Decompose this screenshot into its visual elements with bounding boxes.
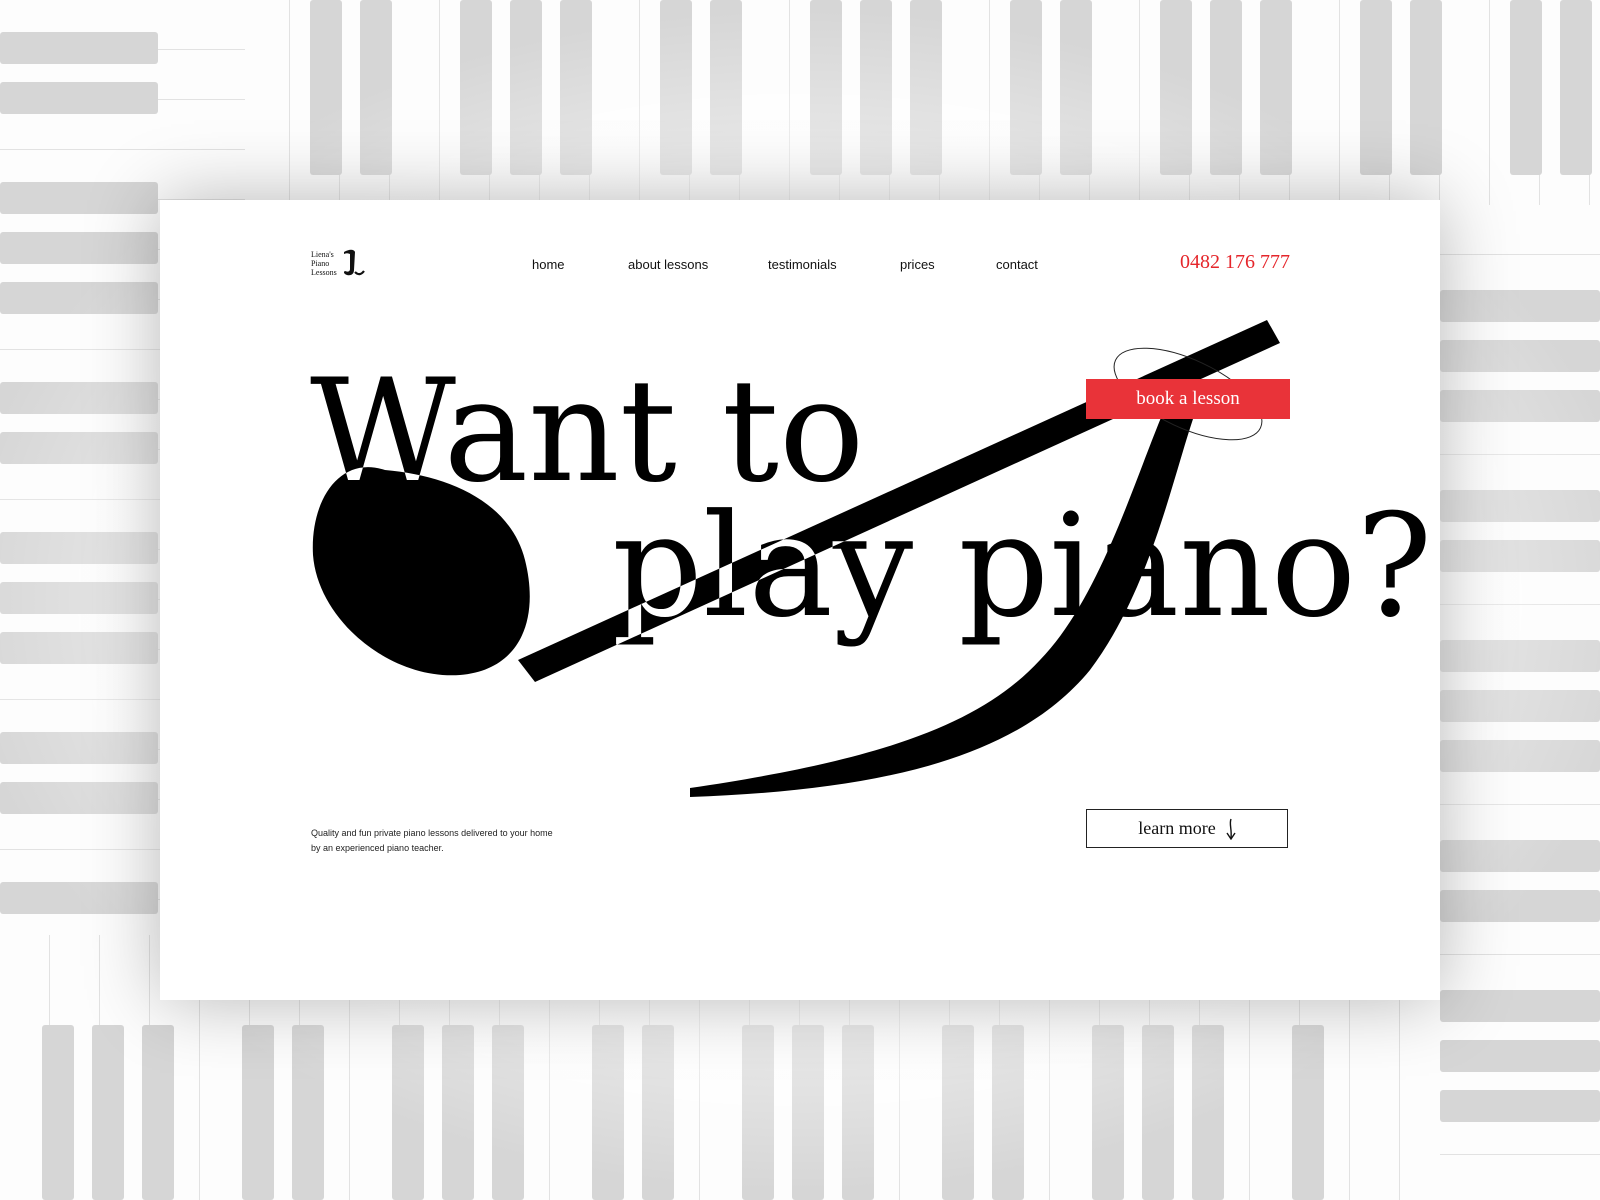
black-key	[0, 882, 158, 914]
black-key	[1210, 0, 1242, 175]
book-lesson-button[interactable]: book a lesson	[1086, 379, 1290, 419]
black-key	[660, 0, 692, 175]
black-key	[1260, 0, 1292, 175]
learn-more-button[interactable]: learn more	[1086, 809, 1288, 848]
black-key	[1440, 890, 1600, 922]
black-key	[1440, 290, 1600, 322]
black-key	[1560, 0, 1592, 175]
black-key	[0, 82, 158, 114]
black-key	[642, 1025, 674, 1200]
black-key	[992, 1025, 1024, 1200]
black-key	[0, 732, 158, 764]
black-key	[392, 1025, 424, 1200]
black-key	[860, 0, 892, 175]
black-key	[1440, 990, 1600, 1022]
black-key	[1092, 1025, 1124, 1200]
black-key	[0, 282, 158, 314]
black-key	[1440, 490, 1600, 522]
black-key	[142, 1025, 174, 1200]
black-key	[810, 0, 842, 175]
black-key	[1440, 540, 1600, 572]
black-key	[360, 0, 392, 175]
black-key	[1160, 0, 1192, 175]
black-key	[1060, 0, 1092, 175]
black-key	[1440, 340, 1600, 372]
tagline-line-2: by an experienced piano teacher.	[311, 843, 444, 853]
black-key	[492, 1025, 524, 1200]
black-key	[1142, 1025, 1174, 1200]
black-key	[592, 1025, 624, 1200]
black-key	[1292, 1025, 1324, 1200]
black-key	[0, 532, 158, 564]
black-key	[792, 1025, 824, 1200]
black-key	[310, 0, 342, 175]
tagline: Quality and fun private piano lessons de…	[311, 826, 611, 856]
website-card: Liena's Piano Lessons home about lessons…	[160, 200, 1440, 1000]
tagline-line-1: Quality and fun private piano lessons de…	[311, 828, 553, 838]
black-key	[1410, 0, 1442, 175]
black-key	[942, 1025, 974, 1200]
learn-more-label: learn more	[1138, 818, 1216, 838]
black-key	[1440, 640, 1600, 672]
black-key	[560, 0, 592, 175]
black-key	[0, 182, 158, 214]
black-key	[242, 1025, 274, 1200]
black-key	[460, 0, 492, 175]
black-key	[1010, 0, 1042, 175]
black-key	[1192, 1025, 1224, 1200]
black-key	[742, 1025, 774, 1200]
black-key	[710, 0, 742, 175]
arrow-down-icon	[1226, 818, 1236, 840]
black-key	[842, 1025, 874, 1200]
black-key	[1440, 840, 1600, 872]
black-key	[92, 1025, 124, 1200]
black-key	[442, 1025, 474, 1200]
black-key	[1440, 390, 1600, 422]
black-key	[0, 432, 158, 464]
hero-art: Want to play piano? Want to play piano?	[310, 320, 1432, 797]
black-key	[510, 0, 542, 175]
black-key	[910, 0, 942, 175]
black-key	[0, 632, 158, 664]
black-key	[1440, 690, 1600, 722]
black-key	[1440, 1040, 1600, 1072]
black-key	[42, 1025, 74, 1200]
black-key	[1510, 0, 1542, 175]
black-key	[0, 382, 158, 414]
black-key	[1440, 1090, 1600, 1122]
black-key	[1360, 0, 1392, 175]
black-key	[0, 232, 158, 264]
black-key	[0, 32, 158, 64]
black-key	[0, 582, 158, 614]
black-key	[292, 1025, 324, 1200]
black-key	[0, 782, 158, 814]
black-key	[1440, 740, 1600, 772]
